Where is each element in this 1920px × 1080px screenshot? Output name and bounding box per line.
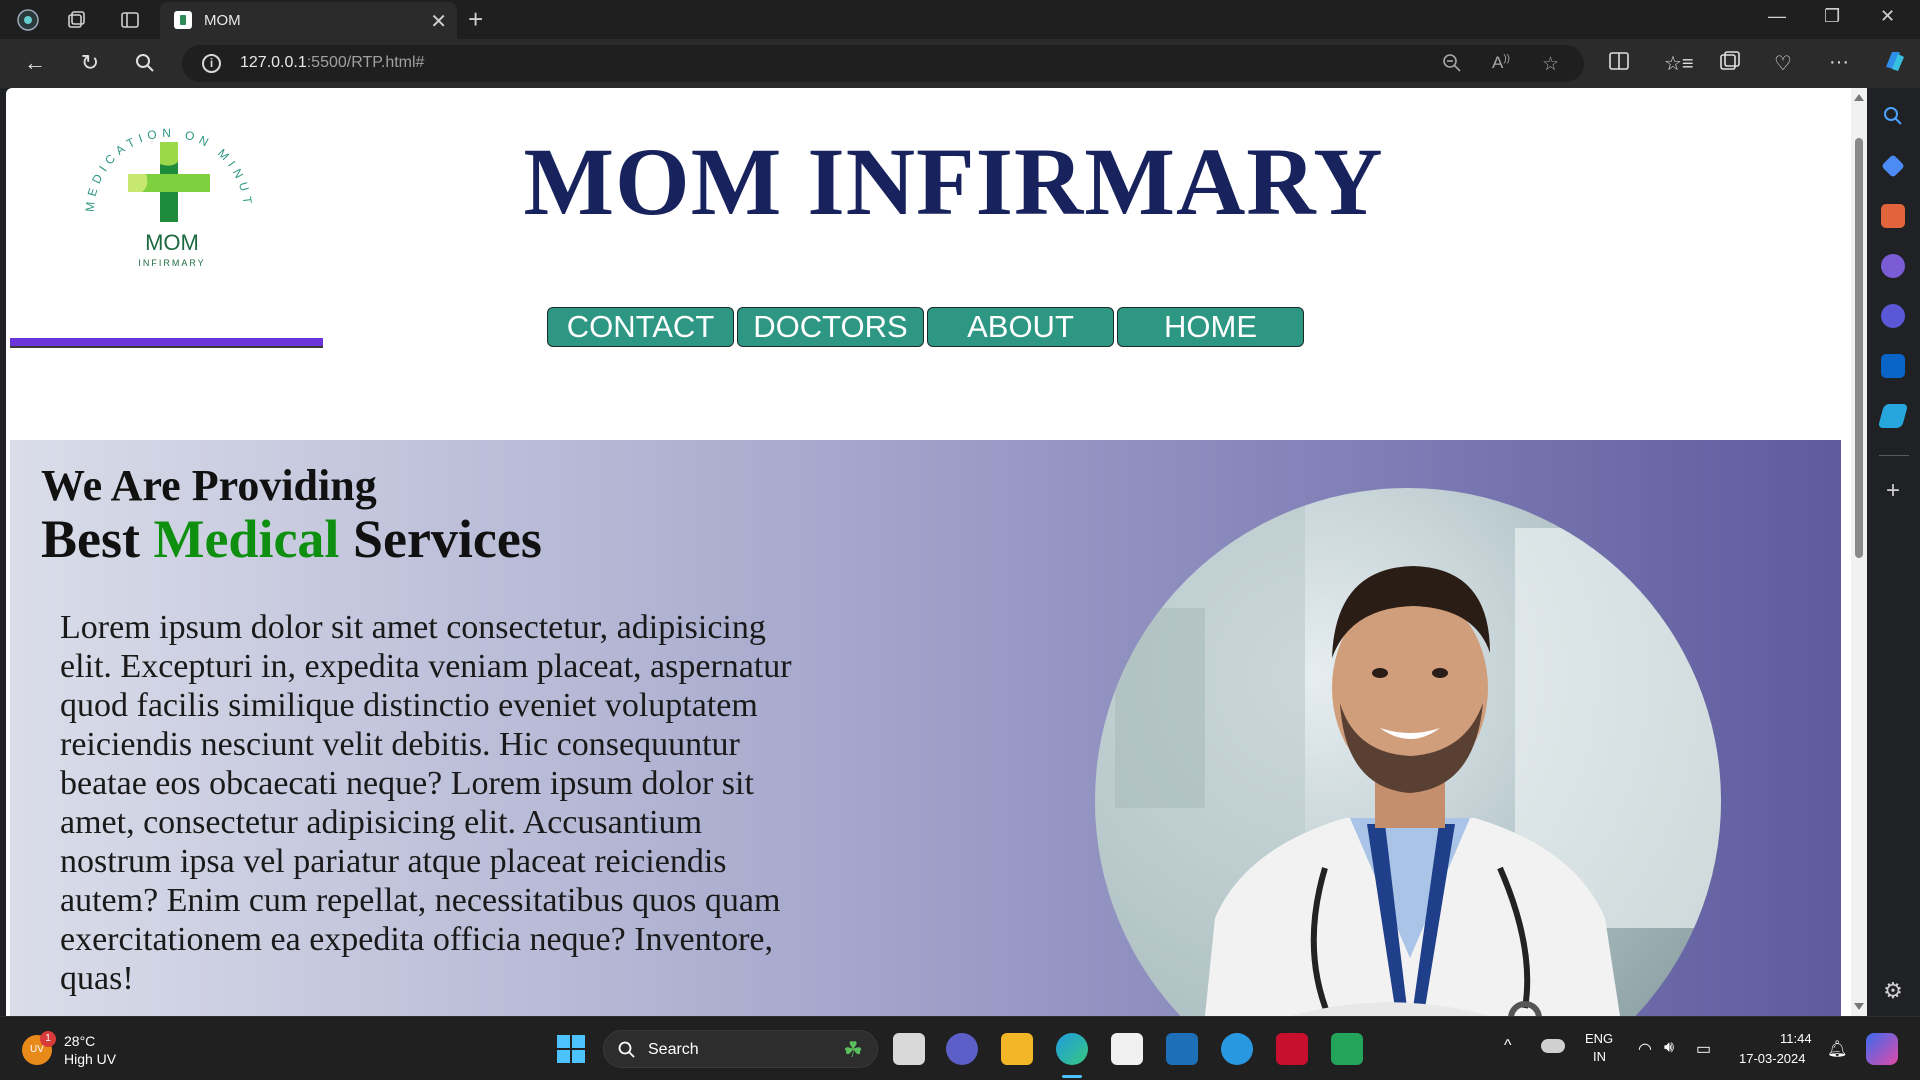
search-icon[interactable]: [132, 50, 158, 76]
start-icon[interactable]: [555, 1033, 587, 1065]
taskbar-search-icon: [618, 1041, 635, 1058]
clock-time[interactable]: 11:44: [1780, 1031, 1812, 1046]
address-toolbar: ← ↻ i 127.0.0.1:5500/RTP.html# A)) ☆ ☆≡ …: [0, 39, 1920, 88]
taskbar-search-label: Search: [648, 1041, 699, 1058]
edge-icon[interactable]: [1056, 1033, 1088, 1065]
page-viewport: MEDICATION ON MINUTE MOM INFIRMARY MOM I…: [6, 88, 1867, 1016]
notifications-icon[interactable]: 🔔︎: [1827, 1039, 1847, 1059]
workspaces-icon[interactable]: [64, 8, 88, 32]
wifi-icon[interactable]: ◠: [1638, 1039, 1652, 1059]
sidebar-games-icon[interactable]: [1881, 254, 1905, 278]
reload-icon[interactable]: ↻: [77, 50, 103, 76]
task-view-icon[interactable]: [893, 1033, 925, 1065]
show-hidden-icons-icon[interactable]: ^: [1504, 1037, 1512, 1055]
myhp-icon[interactable]: [1166, 1033, 1198, 1065]
tab-close-icon[interactable]: ✕: [430, 9, 447, 34]
hero-section: We Are Providing Best Medical Services L…: [10, 440, 1841, 1016]
more-options-icon[interactable]: ···: [1829, 51, 1849, 74]
browser-essentials-icon[interactable]: ♡: [1774, 51, 1792, 76]
sidebar-send-icon[interactable]: [1877, 404, 1909, 428]
battery-icon[interactable]: ▭: [1696, 1039, 1711, 1059]
file-explorer-icon[interactable]: [1001, 1033, 1033, 1065]
weather-desc: High UV: [64, 1051, 117, 1067]
copilot-icon[interactable]: [1880, 47, 1908, 81]
help-icon[interactable]: [1221, 1033, 1253, 1065]
windows-taskbar: UV 1 28°C High UV Search ☘ ^ ENG IN ◠ 🔊︎…: [0, 1016, 1920, 1080]
collections-icon[interactable]: [1719, 51, 1741, 77]
page-scrollbar[interactable]: [1851, 88, 1867, 1016]
url-bar[interactable]: i 127.0.0.1:5500/RTP.html# A)) ☆: [182, 45, 1584, 82]
site-title: MOM INFIRMARY: [523, 128, 1384, 235]
volume-icon[interactable]: 🔊︎: [1664, 1039, 1674, 1057]
favorite-star-icon[interactable]: ☆: [1542, 53, 1559, 76]
favorites-icon[interactable]: ☆≡: [1664, 51, 1694, 76]
new-tab-icon[interactable]: +: [468, 4, 483, 35]
minimize-icon[interactable]: —: [1768, 6, 1786, 27]
mcafee-icon[interactable]: [1276, 1033, 1308, 1065]
scroll-down-icon[interactable]: [1854, 1003, 1864, 1010]
teams-icon[interactable]: [946, 1033, 978, 1065]
logo-sub: INFIRMARY: [138, 258, 205, 268]
tab-favicon-icon: [174, 11, 192, 29]
taskbar-search-box[interactable]: Search ☘: [603, 1030, 878, 1068]
onedrive-icon[interactable]: [1541, 1039, 1565, 1053]
zoom-icon[interactable]: [1442, 53, 1462, 79]
profile-icon[interactable]: [16, 8, 40, 32]
browser-tab-bar: MOM ✕ + — ❐ ✕: [0, 0, 1920, 39]
sidebar-settings-icon[interactable]: ⚙: [1881, 980, 1905, 1004]
back-icon[interactable]: ←: [22, 50, 48, 76]
hero-heading-line1: We Are Providing: [41, 461, 377, 510]
hero-highlight: Medical: [153, 509, 340, 569]
browser-sidebar: + ⚙: [1867, 88, 1920, 1016]
sidebar-divider: [1879, 455, 1909, 456]
weather-temp: 28°C: [64, 1033, 96, 1049]
vscode-icon[interactable]: [1331, 1033, 1363, 1065]
nav-about-button[interactable]: ABOUT: [927, 307, 1114, 347]
weather-badge: 1: [40, 1031, 56, 1047]
browser-tab-active[interactable]: MOM ✕: [160, 2, 457, 39]
sidebar-search-icon[interactable]: [1881, 104, 1905, 128]
language-top[interactable]: ENG: [1585, 1031, 1613, 1046]
url-text[interactable]: 127.0.0.1:5500/RTP.html#: [240, 54, 424, 72]
sidebar-add-icon[interactable]: +: [1881, 479, 1905, 504]
sidebar-shopping-icon[interactable]: [1881, 154, 1905, 178]
site-info-icon[interactable]: i: [202, 54, 221, 73]
copilot-taskbar-icon[interactable]: [1866, 1033, 1898, 1065]
hero-heading-line2: Best Medical Services: [41, 509, 542, 569]
nav-home-button[interactable]: HOME: [1117, 307, 1304, 347]
scroll-thumb[interactable]: [1855, 138, 1863, 558]
tab-title: MOM: [204, 12, 241, 29]
hero-paragraph: Lorem ipsum dolor sit amet consectetur, …: [60, 609, 792, 997]
tab-actions-icon[interactable]: [118, 8, 142, 32]
search-highlight-icon: ☘: [843, 1037, 863, 1062]
split-screen-icon[interactable]: [1608, 51, 1630, 77]
sidebar-tools-icon[interactable]: [1881, 204, 1905, 228]
scroll-up-icon[interactable]: [1854, 94, 1864, 101]
nav-doctors-button[interactable]: DOCTORS: [737, 307, 924, 347]
restore-icon[interactable]: ❐: [1824, 6, 1840, 27]
weather-widget[interactable]: UV 1 28°C High UV: [22, 1031, 142, 1071]
main-nav: CONTACT DOCTORS ABOUT HOME: [547, 307, 1304, 347]
edge-active-indicator: [1062, 1075, 1082, 1078]
sidebar-outlook-icon[interactable]: [1881, 354, 1905, 378]
sidebar-copilot-icon[interactable]: [1881, 304, 1905, 328]
clock-date[interactable]: 17-03-2024: [1739, 1051, 1806, 1066]
doctor-photo: [1095, 488, 1721, 1016]
close-window-icon[interactable]: ✕: [1880, 6, 1895, 27]
nav-contact-button[interactable]: CONTACT: [547, 307, 734, 347]
read-aloud-icon[interactable]: A)): [1492, 53, 1510, 73]
language-bottom[interactable]: IN: [1593, 1049, 1606, 1064]
accent-bar: [10, 338, 323, 348]
store-icon[interactable]: [1111, 1033, 1143, 1065]
